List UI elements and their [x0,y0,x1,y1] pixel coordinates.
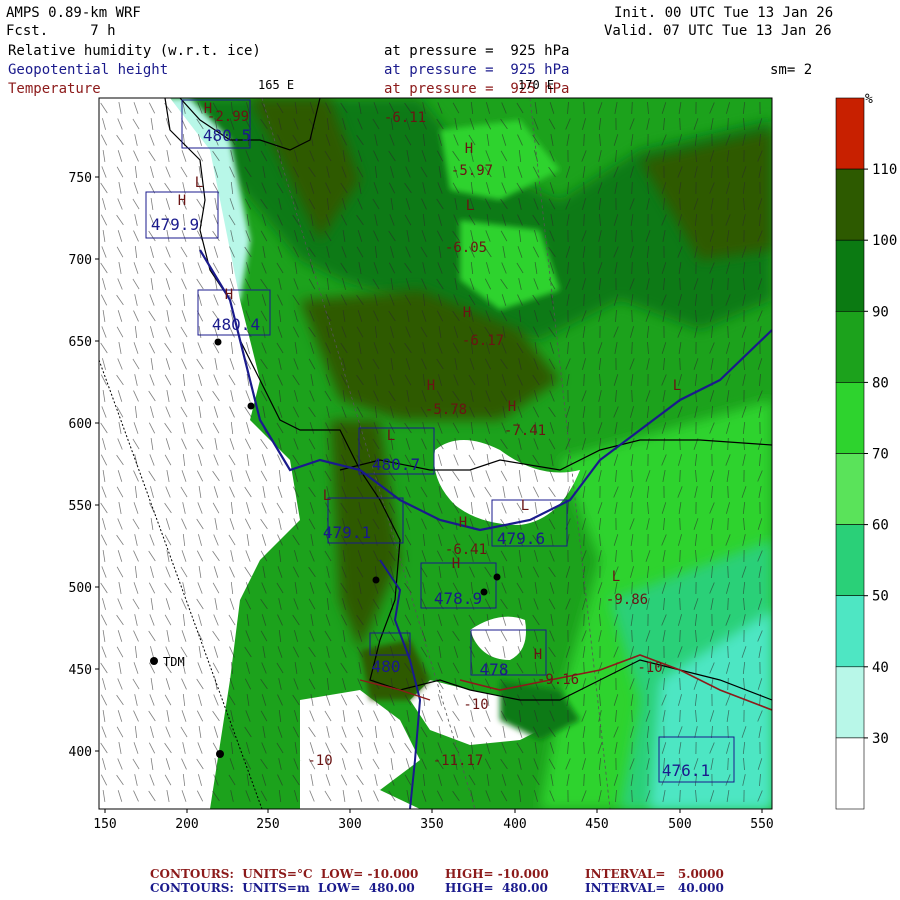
temperature-label: -6.17 [462,333,504,349]
colorbar-label: 50 [872,589,889,605]
hl-marker: H [178,193,186,209]
footer-temp-interval: INTERVAL= 5.0000 [585,867,724,881]
colorbar-label: 40 [872,660,889,676]
hl-marker: L [323,488,331,504]
x-tick-label: 250 [256,817,279,832]
hl-marker: H [459,515,467,531]
colorbar-swatch [835,737,865,810]
station-dot-tdm [150,657,158,665]
colorbar-swatch [835,595,865,668]
temperature-label: -11.17 [433,753,484,769]
height-label: 479.1 [323,523,371,542]
colorbar-label: 80 [872,375,889,391]
hl-marker: H [463,305,471,321]
hl-marker: H [427,378,435,394]
colorbar-swatch [835,666,865,739]
hl-marker: L [673,378,681,394]
footer-temp-high: HIGH= -10.000 [445,867,549,881]
x-tick-label: 300 [338,817,361,832]
temperature-label: -5.97 [451,163,493,179]
colorbar-swatch [835,97,865,170]
height-label: 480.5 [203,126,251,145]
hl-marker: H [534,647,542,663]
x-tick-label: 500 [668,817,691,832]
hl-marker: H [204,101,212,117]
lon-label-170: 170 E [518,78,554,92]
temperature-label: -2.99 [207,109,249,125]
height-label: 478 [480,660,509,679]
colorbar-label: 90 [872,304,889,320]
colorbar-label: 100 [872,233,897,249]
hl-marker: L [521,498,529,514]
temperature-label: -6.11 [384,110,426,126]
colorbar-label: 30 [872,731,889,747]
temperature-label: -10 [463,697,488,713]
height-label: 476.1 [662,761,710,780]
colorbar-swatch [835,168,865,241]
hl-marker: L [466,198,474,214]
footer-gph-interval: INTERVAL= 40.000 [585,881,724,895]
hl-marker: H [225,287,233,303]
x-tick-label: 150 [93,817,116,832]
x-tick-label: 550 [750,817,773,832]
colorbar-swatch [835,382,865,454]
colorbar-swatch [835,239,865,312]
height-label: 479.9 [151,215,199,234]
temperature-label: -5.78 [425,402,467,418]
x-tick-label: 450 [585,817,608,832]
station-dot [372,576,380,584]
colorbar-swatch [835,310,865,383]
station-dot [247,402,255,410]
height-label: 480.4 [212,315,260,334]
temperature-label: -6.05 [445,240,487,256]
y-axis: 750 700 650 600 550 500 450 400 [69,171,99,760]
station-dot [480,588,488,596]
y-tick-label: 400 [69,745,92,760]
temperature-label: -9.86 [606,592,648,608]
station-dot [214,338,222,346]
y-tick-label: 700 [69,253,92,268]
hl-marker: H [452,556,460,572]
x-tick-label: 200 [175,817,198,832]
height-label: 480.7 [372,455,420,474]
lon-label-165: 165 E [258,78,294,92]
colorbar: 110 100 90 80 70 60 50 40 30% [835,92,897,810]
station-dot [493,573,501,581]
temperature-label: -10 [637,660,662,676]
temperature-label: -7.41 [504,423,546,439]
y-tick-label: 550 [69,499,92,514]
height-label: 479.6 [497,529,545,548]
y-tick-label: 500 [69,581,92,596]
colorbar-swatch [835,453,865,525]
height-label: 478.9 [434,589,482,608]
temperature-label: -9.16 [537,672,579,688]
x-tick-label: 350 [420,817,443,832]
hl-marker: L [612,569,620,585]
colorbar-unit: % [865,92,873,107]
weather-map: 480.5 479.9 480.4 480.7 479.1 479.6 478.9 480 47… [69,78,898,832]
hl-marker: L [195,175,203,191]
station-dot [216,750,224,758]
hl-marker: H [508,399,516,415]
colorbar-label: 70 [872,447,889,463]
station-label: TDM [163,655,185,669]
hl-marker: L [387,428,395,444]
colorbar-label: 110 [872,162,897,178]
hl-marker: H [465,141,473,157]
x-tick-label: 400 [503,817,526,832]
plot-area: 480.5 479.9 480.4 480.7 479.1 479.6 478.9 480 47… [99,98,772,809]
height-label: 480 [372,657,401,676]
footer-temp-contours: CONTOURS: UNITS=°C LOW= -10.000 [150,867,419,881]
y-tick-label: 600 [69,417,92,432]
y-tick-label: 650 [69,335,92,350]
x-axis: 150 200 250 300 350 400 450 500 550 [93,809,774,832]
colorbar-label: 60 [872,518,889,534]
footer-gph-contours: CONTOURS: UNITS=m LOW= 480.00 [150,881,415,895]
footer-gph-high: HIGH= 480.00 [445,881,548,895]
colorbar-swatch [835,524,865,596]
y-tick-label: 750 [69,171,92,186]
temperature-label: -10 [307,753,332,769]
y-tick-label: 450 [69,663,92,678]
